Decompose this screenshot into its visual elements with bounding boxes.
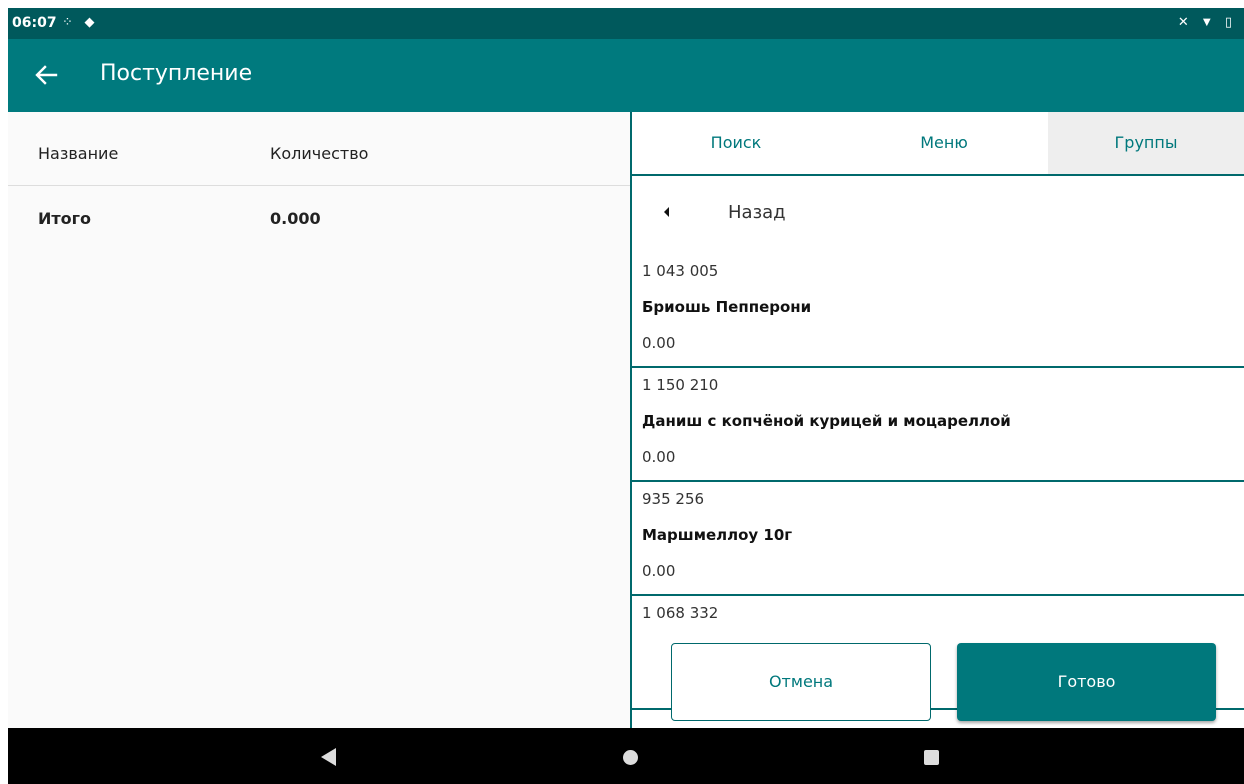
total-label: Итого: [38, 209, 92, 228]
total-value: 0.000: [270, 209, 321, 228]
list-item[interactable]: 1 150 210 Даниш с копчёной курицей и моц…: [632, 368, 1244, 482]
list-item[interactable]: 1 043 005 Бриошь Пепперони 0.00: [632, 254, 1244, 368]
arrow-left-icon[interactable]: [30, 59, 62, 91]
tab-menu[interactable]: Меню: [840, 112, 1048, 174]
column-header-quantity: Количество: [270, 144, 369, 163]
item-code: 1 150 210: [642, 376, 719, 394]
product-list: 1 043 005 Бриошь Пепперони 0.00 1 150 21…: [632, 254, 1244, 710]
item-price: 0.00: [642, 448, 676, 466]
navigation-bar: [8, 728, 1244, 784]
nav-home-icon[interactable]: [623, 750, 638, 765]
nav-recents-icon[interactable]: [924, 750, 939, 765]
status-left-icons: ⁘ ◆: [62, 14, 99, 30]
tab-groups[interactable]: Группы: [1048, 112, 1244, 174]
column-header-name: Название: [38, 144, 119, 163]
done-button[interactable]: Готово: [957, 643, 1216, 721]
status-bar: 06:07 ⁘ ◆ ✕ ▼ ▯: [8, 8, 1244, 39]
app-bar: Поступление: [8, 39, 1244, 112]
item-price: 0.00: [642, 562, 676, 580]
page-title: Поступление: [100, 61, 253, 86]
table-header: Название Количество: [8, 112, 630, 186]
notification-icon: ⁘: [62, 14, 77, 29]
status-right-icons: ✕ ▼ ▯: [1178, 14, 1236, 30]
receipt-table: Название Количество Итого 0.000: [8, 112, 630, 728]
back-row[interactable]: Назад: [632, 176, 1244, 254]
item-name: Бриошь Пепперони: [642, 298, 812, 316]
muted-icon: ✕: [1177, 14, 1193, 29]
item-code: 935 256: [642, 490, 705, 508]
data-arrows-icon: ◆: [84, 14, 99, 29]
item-name: Даниш с копчёной курицей и моцареллой: [642, 412, 1011, 430]
list-item[interactable]: 935 256 Маршмеллоу 10г 0.00: [632, 482, 1244, 596]
item-code: 1 043 005: [642, 262, 719, 280]
back-label: Назад: [728, 202, 786, 223]
item-name: Маршмеллоу 10г: [642, 526, 793, 544]
status-time: 06:07: [12, 15, 57, 31]
cancel-button[interactable]: Отмена: [671, 643, 931, 721]
item-price: 0.00: [642, 334, 676, 352]
caret-left-icon: [664, 207, 669, 217]
tab-search[interactable]: Поиск: [632, 112, 840, 174]
product-picker: Поиск Меню Группы Назад 1 043 005 Бриошь…: [632, 112, 1244, 728]
screen: 06:07 ⁘ ◆ ✕ ▼ ▯ Поступление Название Кол…: [8, 8, 1244, 784]
wifi-icon: ▼: [1200, 14, 1218, 29]
nav-back-icon[interactable]: [321, 748, 336, 766]
battery-icon: ▯: [1224, 14, 1236, 29]
item-code: 1 068 332: [642, 604, 719, 622]
tab-bar: Поиск Меню Группы: [632, 112, 1244, 176]
